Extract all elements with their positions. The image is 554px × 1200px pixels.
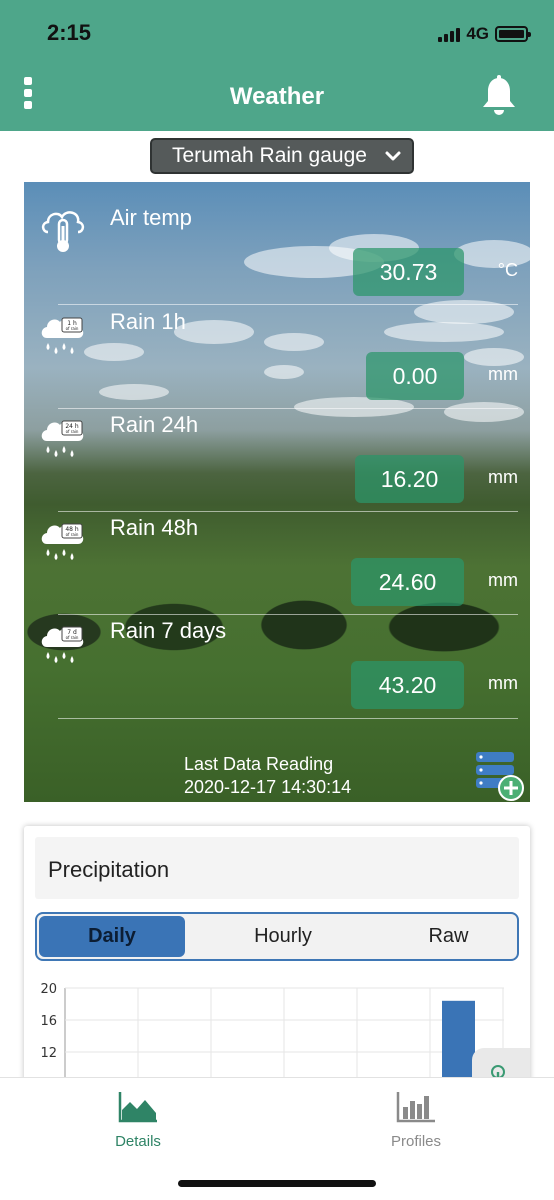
rain-cloud-icon: 7 d of rain	[41, 626, 84, 663]
reading-label: Rain 48h	[110, 515, 199, 540]
svg-text:of rain: of rain	[66, 429, 79, 434]
tab-raw[interactable]: Raw	[379, 914, 517, 959]
tab-label: Profiles	[390, 1133, 442, 1150]
reading-unit: mm	[488, 364, 518, 384]
weather-readings-card: Air temp 30.73 °C 1 h of rain Rain 1h 0.…	[24, 182, 530, 802]
reading-unit: mm	[488, 673, 518, 693]
status-indicators: 4G	[438, 22, 531, 46]
reading-value: 43.20	[351, 661, 464, 709]
reading-label: Rain 7 days	[110, 618, 227, 643]
nav-bar: Weather	[0, 68, 554, 131]
reading-rain-1h: 1 h of rain Rain 1h 0.00 mm	[24, 300, 530, 409]
tab-details[interactable]: Details	[78, 1090, 198, 1160]
thermometer-cloud-icon	[41, 211, 85, 252]
rain-cloud-icon: 1 h of rain	[41, 317, 84, 354]
reading-value: 16.20	[355, 455, 464, 503]
reading-unit: mm	[488, 467, 518, 487]
reading-rain-24h: 24 h of rain Rain 24h 16.20 mm	[24, 403, 530, 512]
precipitation-title: Precipitation	[48, 857, 170, 882]
last-reading-label: Last Data Reading	[184, 754, 334, 774]
area-chart-icon	[118, 1092, 157, 1123]
bell-icon[interactable]	[480, 74, 518, 118]
last-data-reading: Last Data Reading 2020-12-17 14:30:14	[184, 753, 351, 799]
reading-rain-7-days: 7 d of rain Rain 7 days 43.20 mm	[24, 609, 530, 719]
status-time: 2:15	[47, 20, 92, 45]
reading-unit: °C	[497, 260, 518, 280]
last-reading-timestamp: 2020-12-17 14:30:14	[184, 777, 352, 797]
rain-cloud-icon: 24 h of rain	[41, 420, 84, 457]
reading-rain-48h: 48 h of rain Rain 48h 24.60 mm	[24, 506, 530, 615]
bar-chart-icon	[396, 1092, 435, 1123]
page-title: Weather	[229, 83, 325, 110]
precipitation-header: Precipitation	[35, 837, 519, 899]
network-label: 4G	[466, 24, 489, 43]
divider	[58, 718, 518, 719]
svg-text:of rain: of rain	[66, 635, 79, 640]
reading-value: 24.60	[351, 558, 464, 606]
rain-cloud-icon: 48 h of rain	[41, 523, 84, 560]
database-add-icon[interactable]	[472, 750, 526, 802]
y-tick-label: 12	[40, 1046, 57, 1061]
tab-profiles[interactable]: Profiles	[356, 1090, 476, 1160]
svg-text:of rain: of rain	[66, 532, 79, 537]
device-select[interactable]: Terumah Rain gauge	[150, 138, 414, 174]
chevron-down-icon	[385, 151, 401, 161]
y-tick-label: 16	[40, 1014, 57, 1029]
reading-value: 0.00	[366, 352, 464, 400]
reading-unit: mm	[488, 570, 518, 590]
status-bar: 2:15 4G	[0, 0, 554, 68]
reading-label: Air temp	[110, 205, 192, 230]
tab-label: Details	[115, 1133, 161, 1150]
tab-daily[interactable]: Daily	[39, 916, 185, 957]
home-indicator	[178, 1180, 376, 1187]
app-header: 2:15 4G Weather	[0, 0, 554, 131]
device-select-value: Terumah Rain gauge	[172, 144, 367, 167]
reading-value: 30.73	[353, 248, 464, 296]
reading-air-temp: Air temp 30.73 °C	[24, 196, 530, 305]
battery-icon	[495, 26, 531, 42]
reading-label: Rain 24h	[110, 412, 199, 437]
reading-label: Rain 1h	[110, 309, 186, 334]
tab-hourly[interactable]: Hourly	[187, 914, 379, 959]
period-segmented-control: Daily Hourly Raw	[35, 912, 519, 961]
svg-text:of rain: of rain	[66, 326, 79, 331]
signal-icon	[438, 26, 461, 42]
y-tick-label: 20	[40, 982, 57, 997]
